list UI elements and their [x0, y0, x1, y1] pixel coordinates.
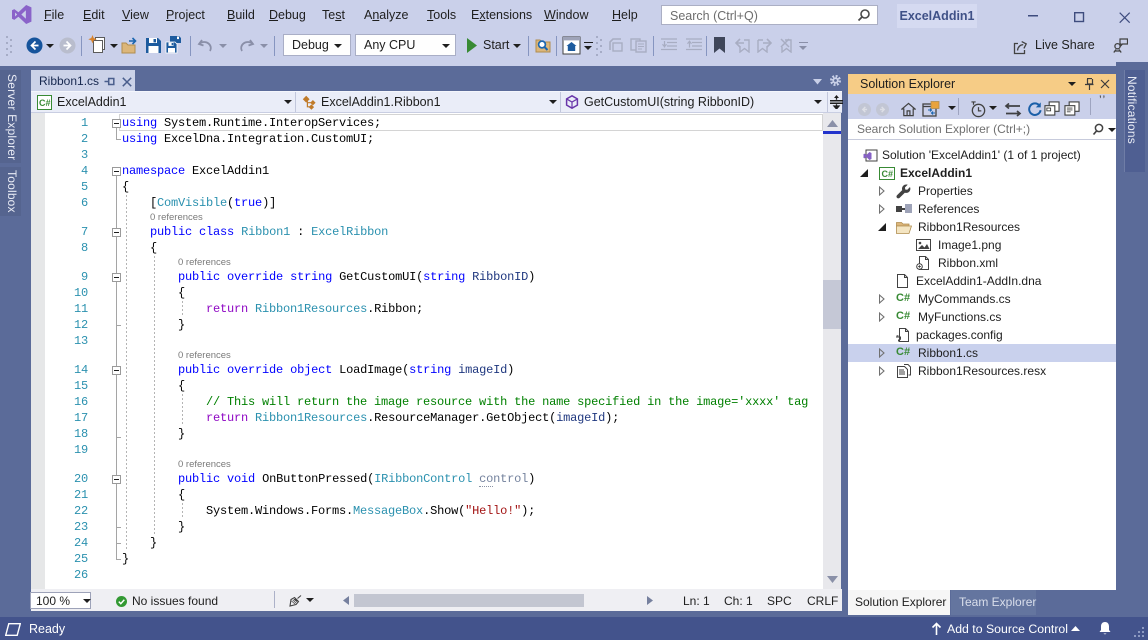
svg-text:C#: C# — [882, 169, 894, 179]
svg-text:C#: C# — [39, 98, 51, 108]
